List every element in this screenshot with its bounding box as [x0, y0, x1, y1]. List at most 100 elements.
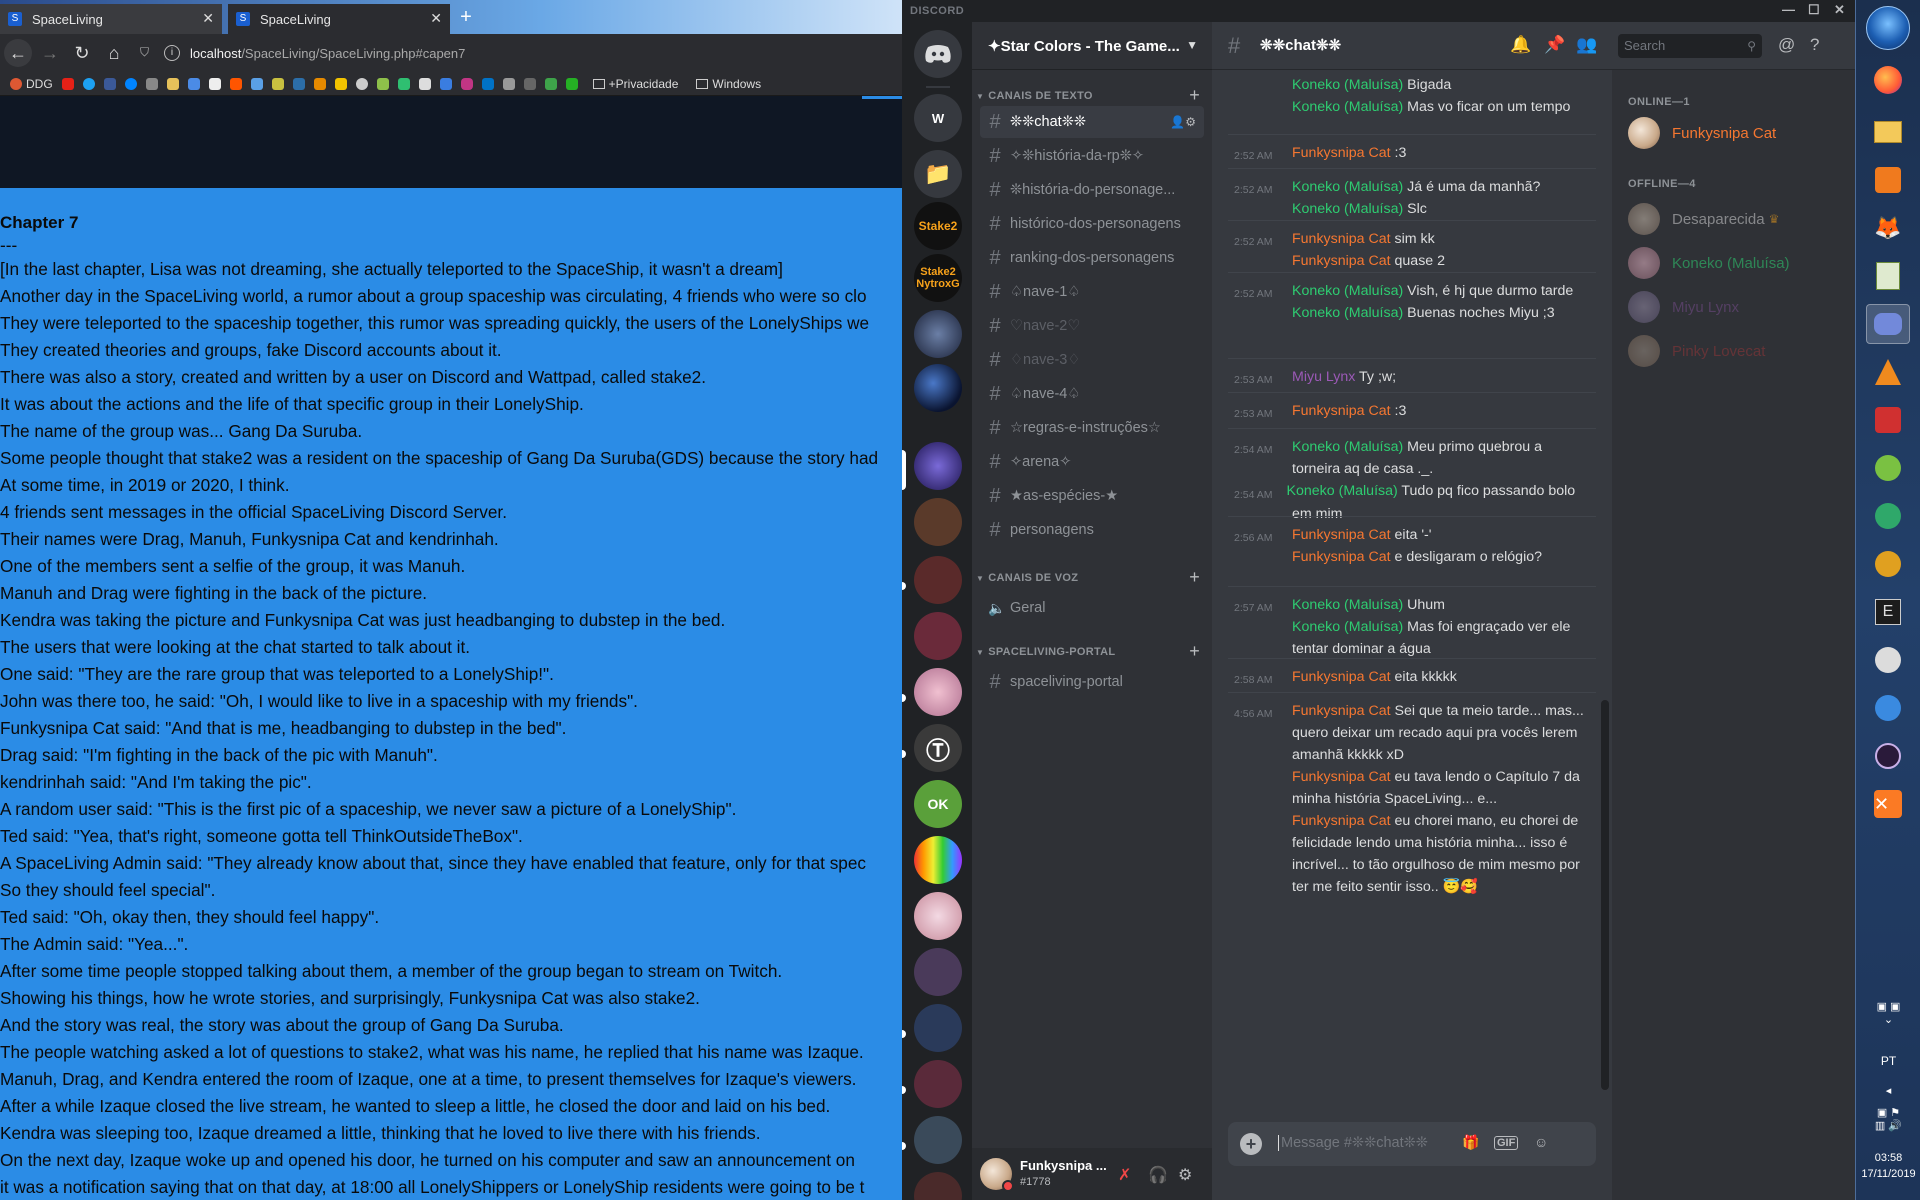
- back-arrow-icon[interactable]: ←: [4, 39, 32, 67]
- bookmark-folder-privacidade[interactable]: +Privacidade: [592, 77, 678, 91]
- message-author[interactable]: Koneko (Maluísa): [1292, 77, 1403, 93]
- gamepad-icon[interactable]: [1866, 544, 1910, 584]
- show-hidden-icon[interactable]: ◂: [1856, 1084, 1920, 1097]
- member-item[interactable]: Koneko (Maluísa): [1620, 242, 1840, 284]
- gear-icon[interactable]: ⚙: [1178, 1165, 1192, 1185]
- server-folder-4[interactable]: [914, 948, 962, 996]
- channel-item[interactable]: # ☆regras-e-instruções☆: [980, 412, 1204, 444]
- members-icon[interactable]: 👥: [1576, 35, 1597, 55]
- server-rainbow-avatar[interactable]: [914, 836, 962, 884]
- shield-icon[interactable]: ⛉: [140, 45, 156, 61]
- network-app-icon[interactable]: [1866, 640, 1910, 680]
- close-tab-icon[interactable]: ✕: [430, 10, 442, 27]
- server-stake2-nytroxg[interactable]: Stake2 NytroxG: [914, 254, 962, 302]
- channel-item[interactable]: # ★as-espécies-★: [980, 480, 1204, 512]
- channel-item[interactable]: # ♤nave-1♤: [980, 276, 1204, 308]
- server-w[interactable]: W: [914, 94, 962, 142]
- bell-icon[interactable]: 🔔: [1510, 35, 1531, 55]
- server-spaceship-avatar[interactable]: [914, 310, 962, 358]
- channel-settings-icon[interactable]: 👤⚙: [1170, 115, 1196, 129]
- message-author[interactable]: Koneko (Maluísa): [1292, 179, 1403, 195]
- channel-item[interactable]: # ❊história-do-personage...: [980, 174, 1204, 206]
- bookmark-14[interactable]: [523, 77, 536, 90]
- channel-item[interactable]: # ♡nave-2♡: [980, 310, 1204, 342]
- bookmark-twitter[interactable]: [82, 77, 95, 90]
- reload-icon[interactable]: ↻: [68, 39, 96, 67]
- message-author[interactable]: Funkysnipa Cat: [1292, 669, 1391, 685]
- bookmark-facebook[interactable]: [103, 77, 116, 90]
- category-text-channels[interactable]: ▼ CANAIS DE TEXTO +: [976, 85, 1204, 105]
- channel-item[interactable]: # ✧arena✧: [980, 446, 1204, 478]
- message-author[interactable]: Koneko (Maluísa): [1292, 305, 1403, 321]
- upload-plus-icon[interactable]: +: [1240, 1133, 1262, 1155]
- server-t-avatar[interactable]: Ⓣ: [914, 724, 962, 772]
- server-planet-avatar[interactable]: [914, 364, 962, 412]
- chevron-down-icon[interactable]: ▼: [1186, 38, 1198, 52]
- fox-app-icon[interactable]: 🦊: [1866, 208, 1910, 248]
- info-icon[interactable]: i: [164, 45, 180, 61]
- bookmark-wikipedia[interactable]: [208, 77, 221, 90]
- message-author[interactable]: Koneko (Maluísa): [1292, 597, 1403, 613]
- mention-icon[interactable]: @: [1778, 35, 1795, 55]
- file-explorer-icon[interactable]: [1866, 112, 1910, 152]
- notepad-icon[interactable]: [1866, 256, 1910, 296]
- message-author[interactable]: Funkysnipa Cat: [1292, 527, 1391, 543]
- emoji-icon[interactable]: ☺: [1534, 1134, 1548, 1150]
- bookmark-13[interactable]: [502, 77, 515, 90]
- gift-icon[interactable]: 🎁: [1462, 1134, 1479, 1151]
- message-input[interactable]: Message #❊❊chat❊❊: [1278, 1135, 1428, 1151]
- android-icon[interactable]: [1866, 448, 1910, 488]
- maximize-icon[interactable]: ☐: [1808, 2, 1820, 18]
- bookmark-globe[interactable]: [355, 77, 368, 90]
- bookmark-more[interactable]: [145, 77, 158, 90]
- media-player-icon[interactable]: [1866, 160, 1910, 200]
- category-spaceliving-portal[interactable]: ▼ SPACELIVING-PORTAL +: [976, 641, 1204, 661]
- bookmark-5[interactable]: [271, 77, 284, 90]
- member-item[interactable]: Miyu Lynx: [1620, 286, 1840, 328]
- bookmark-messenger[interactable]: [124, 77, 137, 90]
- gif-button[interactable]: GIF: [1494, 1136, 1519, 1150]
- discord-home-icon[interactable]: [914, 30, 962, 78]
- terminal-icon[interactable]: E: [1866, 592, 1910, 632]
- member-item[interactable]: Funkysnipa Cat: [1620, 112, 1840, 154]
- download-icon[interactable]: [1866, 400, 1910, 440]
- bookmark-ddg[interactable]: DDG: [10, 77, 53, 91]
- folder-icon[interactable]: 📁: [914, 150, 962, 198]
- bookmark-10[interactable]: [397, 77, 410, 90]
- message-author[interactable]: Koneko (Maluísa): [1292, 283, 1403, 299]
- headphones-icon[interactable]: 🎧: [1148, 1165, 1168, 1185]
- server-anime-avatar[interactable]: [914, 668, 962, 716]
- bookmark-soundcloud[interactable]: [229, 77, 242, 90]
- member-item[interactable]: Desaparecida ♛: [1620, 198, 1840, 240]
- tray-icons[interactable]: ▣ ▣ ⌄: [1856, 1000, 1920, 1026]
- message-author[interactable]: Funkysnipa Cat: [1292, 813, 1391, 829]
- message-author[interactable]: Funkysnipa Cat: [1292, 769, 1391, 785]
- browser-tab-2[interactable]: S SpaceLiving ✕: [228, 4, 450, 34]
- forward-arrow-icon[interactable]: →: [36, 39, 64, 67]
- close-tab-icon[interactable]: ✕: [202, 10, 214, 27]
- help-icon[interactable]: ?: [1810, 35, 1819, 55]
- pin-icon[interactable]: 📌: [1544, 35, 1565, 55]
- message-author[interactable]: Koneko (Maluísa): [1292, 439, 1403, 455]
- server-folder-5[interactable]: [914, 1004, 962, 1052]
- add-channel-icon[interactable]: +: [1189, 85, 1200, 106]
- server-star-colors[interactable]: [914, 442, 962, 490]
- xampp-icon[interactable]: ✕: [1866, 784, 1910, 824]
- message-author[interactable]: Koneko (Maluísa): [1292, 201, 1403, 217]
- chat-scrollbar[interactable]: [1601, 700, 1609, 1090]
- message-author[interactable]: Funkysnipa Cat: [1292, 703, 1391, 719]
- server-folder-3[interactable]: [914, 612, 962, 660]
- search-input[interactable]: Search ⚲: [1618, 34, 1762, 58]
- channel-spaceliving-portal[interactable]: # spaceliving-portal: [980, 666, 1204, 698]
- server-ok-avatar[interactable]: OK: [914, 780, 962, 828]
- channel-item[interactable]: # ranking-dos-personagens: [980, 242, 1204, 274]
- message-author[interactable]: Funkysnipa Cat: [1292, 145, 1391, 161]
- message-author[interactable]: Funkysnipa Cat: [1292, 231, 1391, 247]
- browser-tab-1[interactable]: S SpaceLiving ✕: [0, 4, 222, 34]
- bookmark-2[interactable]: [166, 77, 179, 90]
- server-folder-6[interactable]: [914, 1060, 962, 1108]
- message-author[interactable]: Koneko (Maluísa): [1292, 619, 1403, 635]
- bookmark-7[interactable]: [313, 77, 326, 90]
- message-author[interactable]: Miyu Lynx: [1292, 369, 1355, 385]
- bookmark-6[interactable]: [292, 77, 305, 90]
